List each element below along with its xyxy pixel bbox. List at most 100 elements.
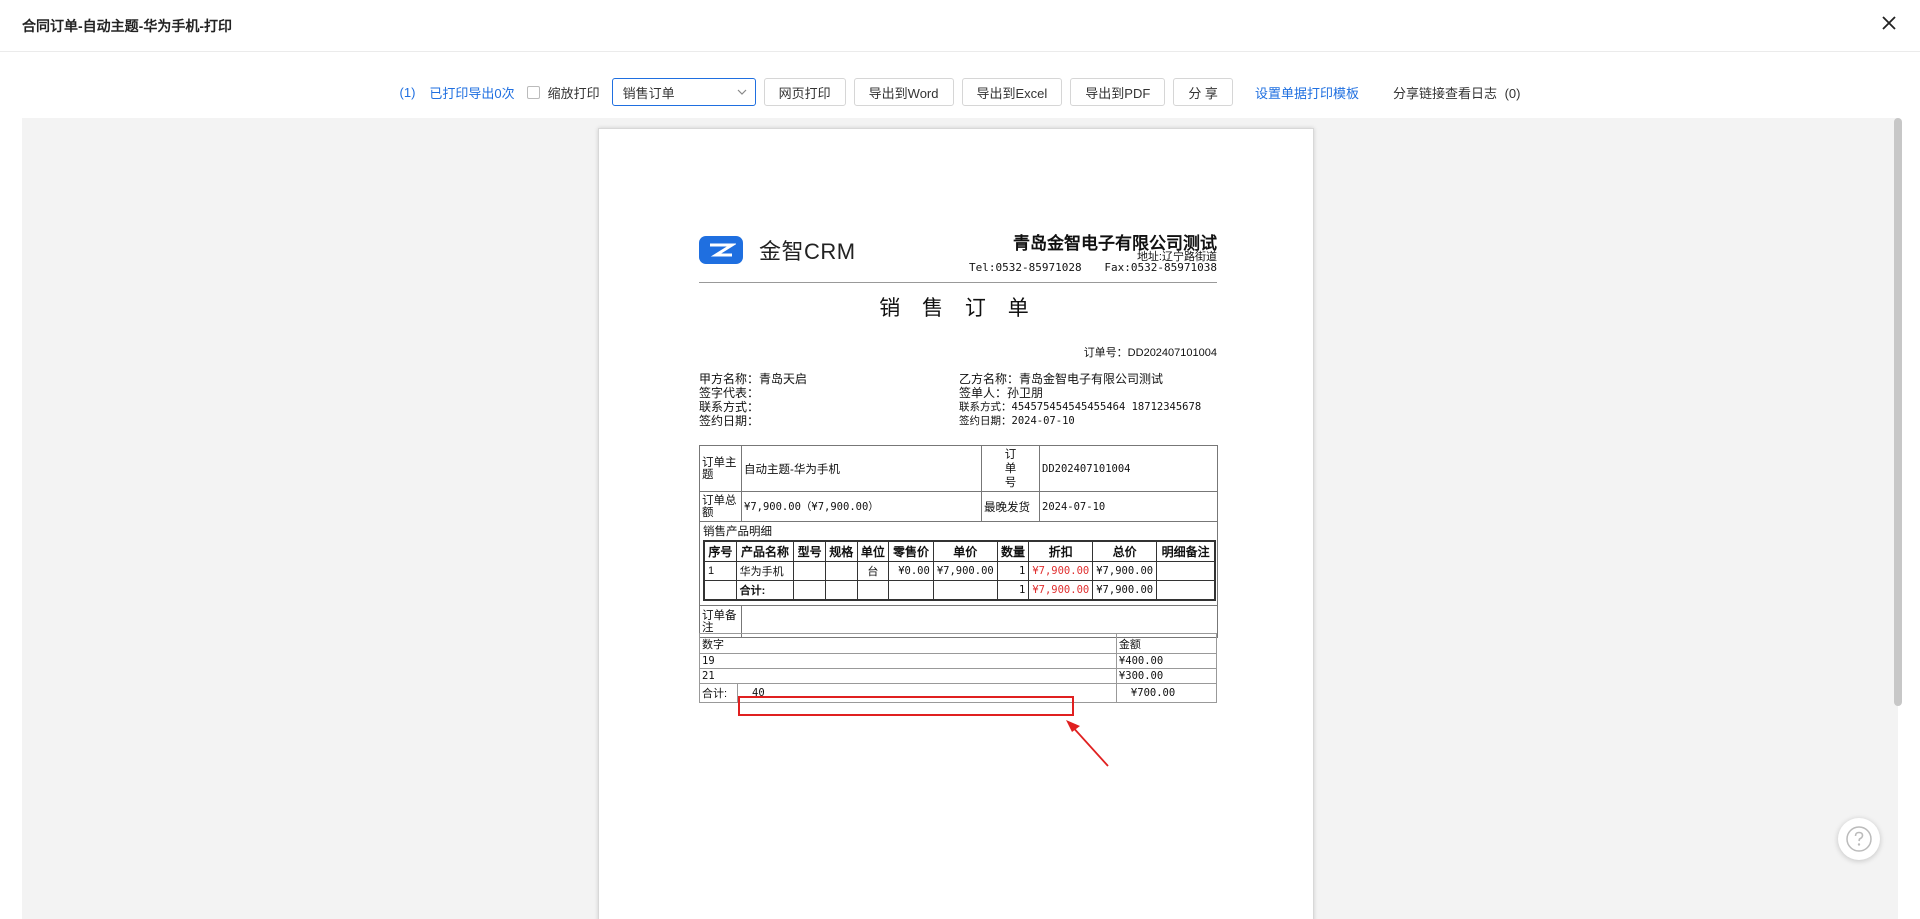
- order-number: 订单号：DD202407101004: [1083, 347, 1217, 359]
- template-select-value: 销售订单: [622, 85, 675, 101]
- summary-header-row: 数字 金额: [699, 633, 1218, 654]
- logo-icon: [699, 236, 743, 264]
- total-value: ¥7,900.00（¥7,900.00）: [741, 491, 982, 522]
- checkbox-box[interactable]: [526, 85, 540, 99]
- help-icon[interactable]: [1838, 818, 1880, 860]
- highlight-box: [738, 696, 1074, 716]
- print-count[interactable]: (1): [400, 85, 416, 100]
- ship-value: 2024-07-10: [1039, 491, 1218, 522]
- cell: ¥0.00: [888, 561, 934, 581]
- cell: ¥7,900.00: [1028, 580, 1094, 601]
- col-header: 折扣: [1028, 540, 1094, 562]
- cell: [856, 580, 890, 601]
- col-header: 总价: [1092, 540, 1158, 562]
- printed-export-count[interactable]: 已打印导出0次: [429, 83, 514, 102]
- party-b-signer: 签单人：孙卫朋: [959, 386, 1044, 400]
- toolbar: (1) 已打印导出0次 缩放打印 销售订单 网页打印 导出到Word 导出到Ex…: [0, 78, 1920, 106]
- cell: [888, 580, 934, 601]
- cell: [1156, 561, 1216, 581]
- export-word-button[interactable]: 导出到Word: [853, 78, 954, 106]
- close-icon[interactable]: [1878, 12, 1900, 34]
- col-header: 序号: [703, 540, 737, 562]
- title-bar: 合同订单-自动主题-华为手机-打印: [0, 0, 1920, 52]
- items-header-row: 序号 产品名称 型号 规格 单位 零售价 单价 数量 折扣 总价 明细备注: [703, 540, 1216, 562]
- total-amount: ¥700.00: [1115, 683, 1218, 703]
- col-header: 零售价: [888, 540, 934, 562]
- party-b: 乙方名称：青岛金智电子有限公司测试 签单人：孙卫朋 联系方式：454575454…: [959, 372, 1201, 428]
- company-fax: Fax:0532-85971038: [1104, 261, 1217, 274]
- cell: 台: [856, 561, 890, 581]
- print-page: 金智CRM 青岛金智电子有限公司测试 地址:辽宁路街道 Tel:0532-859…: [598, 128, 1314, 919]
- table-row: 合计: 1 ¥7,900.00 ¥7,900.00: [703, 580, 1216, 601]
- cell: ¥7,900.00: [1092, 580, 1158, 601]
- cell: [703, 580, 737, 601]
- order-info-table: 订单主题 自动主题-华为手机 订单号 DD202407101004 订单总额 ¥…: [699, 445, 1218, 638]
- export-excel-button[interactable]: 导出到Excel: [961, 78, 1063, 106]
- col-header: 明细备注: [1156, 540, 1216, 562]
- header-divider: [699, 282, 1217, 283]
- cell: 1: [996, 580, 1030, 601]
- table-row: 订单主题 自动主题-华为手机 订单号 DD202407101004: [699, 445, 1218, 492]
- table-row: 订单总额 ¥7,900.00（¥7,900.00） 最晚发货 2024-07-1…: [699, 491, 1218, 522]
- chevron-down-icon: [737, 89, 747, 95]
- share-log-count: (0): [1504, 85, 1521, 101]
- cell: ¥300.00: [1115, 668, 1218, 684]
- table-row: 1 华为手机 台 ¥0.00 ¥7,900.00 1 ¥7,900.00 ¥7,…: [703, 561, 1216, 581]
- arrow-icon: [1066, 720, 1109, 767]
- product-detail-label: 销售产品明细: [703, 526, 772, 538]
- share-log-label: 分享链接查看日志: [1392, 85, 1497, 101]
- col-header: 型号: [793, 540, 826, 562]
- cell: 合计:: [735, 580, 795, 601]
- subject-label: 订单主题: [699, 445, 742, 492]
- share-log-link[interactable]: 分享链接查看日志 (0): [1393, 83, 1521, 102]
- party-a: 甲方名称：青岛天启 签字代表： 联系方式： 签约日期：: [699, 372, 807, 428]
- document-header: 金智CRM 青岛金智电子有限公司测试 地址:辽宁路街道 Tel:0532-859…: [699, 229, 1217, 277]
- cell: [793, 561, 826, 581]
- col-header: 金额: [1115, 633, 1218, 654]
- web-print-button[interactable]: 网页打印: [763, 78, 846, 106]
- col-header: 产品名称: [735, 540, 795, 562]
- party-a-name: 甲方名称：青岛天启: [699, 372, 808, 386]
- cell: [932, 580, 998, 601]
- col-header: 单位: [856, 540, 890, 562]
- items-table: 序号 产品名称 型号 规格 单位 零售价 单价 数量 折扣 总价 明细备注 1 …: [703, 540, 1216, 601]
- cell: [824, 561, 858, 581]
- order-no-value: DD202407101004: [1039, 445, 1218, 492]
- share-button[interactable]: 分 享: [1173, 78, 1233, 106]
- ship-label: 最晚发货: [981, 491, 1040, 522]
- window-title: 合同订单-自动主题-华为手机-打印: [22, 18, 232, 34]
- cell: ¥400.00: [1115, 653, 1218, 669]
- party-a-date: 签约日期：: [699, 414, 760, 428]
- cell: ¥7,900.00: [1092, 561, 1158, 581]
- template-select[interactable]: 销售订单: [611, 78, 756, 106]
- party-b-contact: 联系方式：454575454545455464 18712345678: [959, 401, 1202, 413]
- total-label: 合计:: [699, 683, 738, 703]
- subject-value: 自动主题-华为手机: [741, 445, 982, 492]
- party-b-date: 签约日期：2024-07-10: [959, 415, 1075, 427]
- party-a-contact: 联系方式：: [699, 400, 760, 414]
- col-header: 规格: [824, 540, 858, 562]
- cell: 华为手机: [735, 561, 795, 581]
- cell: [824, 580, 858, 601]
- party-a-rep: 签字代表：: [699, 386, 760, 400]
- scale-print-checkbox[interactable]: 缩放打印: [526, 83, 600, 102]
- cell: 21: [699, 668, 1117, 684]
- logo: 金智CRM: [699, 234, 856, 266]
- scrollbar[interactable]: [1894, 118, 1902, 706]
- cell: [1156, 580, 1216, 601]
- cell: ¥7,900.00: [932, 561, 998, 581]
- export-pdf-button[interactable]: 导出到PDF: [1070, 78, 1166, 106]
- party-b-name: 乙方名称：青岛金智电子有限公司测试: [959, 372, 1164, 386]
- total-label: 订单总额: [699, 491, 742, 522]
- logo-text: 金智CRM: [759, 239, 856, 264]
- table-row: 19 ¥400.00: [699, 653, 1218, 669]
- product-detail-cell: 销售产品明细 序号 产品名称 型号 规格 单位 零售价 单价 数量 折扣 总价 …: [699, 521, 1218, 606]
- page-content: 金智CRM 青岛金智电子有限公司测试 地址:辽宁路街道 Tel:0532-859…: [699, 229, 1218, 703]
- document-title: 销 售 订 单: [879, 297, 1037, 320]
- col-header: 单价: [932, 540, 998, 562]
- set-print-template-link[interactable]: 设置单据打印模板: [1255, 83, 1359, 102]
- cell: ¥7,900.00: [1028, 561, 1094, 581]
- table-row: 销售产品明细 序号 产品名称 型号 规格 单位 零售价 单价 数量 折扣 总价 …: [699, 521, 1218, 606]
- cell: 19: [699, 653, 1117, 669]
- col-header: 数字: [699, 633, 1117, 654]
